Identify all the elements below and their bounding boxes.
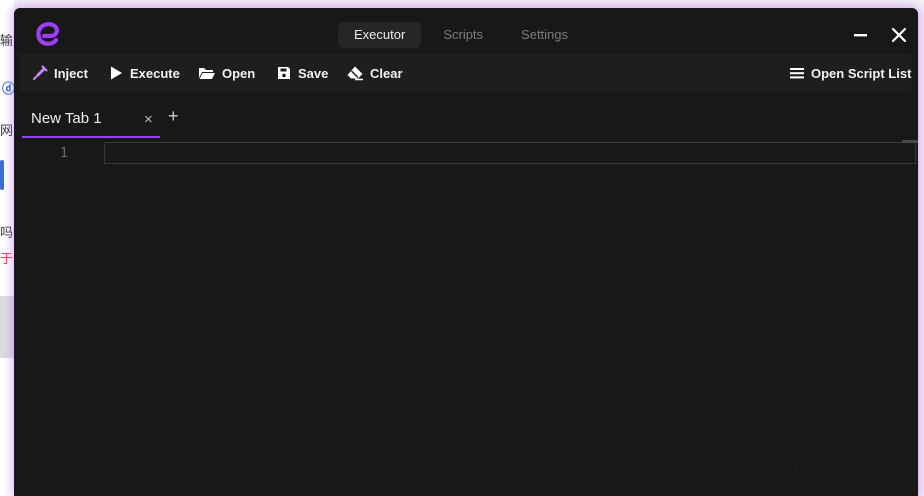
- app-logo-icon: [36, 22, 59, 46]
- save-label: Save: [298, 65, 329, 81]
- tab-executor[interactable]: Executor: [338, 22, 422, 48]
- tab-scripts[interactable]: Scripts: [427, 22, 499, 48]
- title-bar[interactable]: Executor Scripts Settings: [14, 8, 918, 54]
- background-page: 输入 ⓓ 网 吗 于: [0, 0, 14, 496]
- watermark: 有趣论坛: [682, 441, 891, 490]
- open-script-list-label: Open Script List: [811, 65, 912, 81]
- clear-label: Clear: [370, 65, 403, 81]
- open-script-list-button[interactable]: Open Script List: [789, 54, 911, 92]
- main-nav: Executor Scripts Settings: [338, 22, 590, 48]
- background-bar: [0, 160, 4, 190]
- background-text: 输入: [0, 34, 14, 49]
- background-text: 吗: [0, 226, 14, 241]
- save-button[interactable]: Save: [276, 54, 328, 92]
- line-number: 1: [60, 146, 68, 161]
- eraser-icon: [347, 66, 363, 81]
- folder-open-icon: [199, 68, 215, 79]
- inject-button[interactable]: Inject: [32, 54, 88, 92]
- editor-scrollbar[interactable]: [902, 140, 918, 143]
- background-text: 网: [0, 124, 14, 139]
- current-line-highlight[interactable]: [104, 142, 916, 164]
- close-icon[interactable]: [888, 24, 910, 46]
- floppy-disk-icon: [278, 67, 290, 79]
- add-tab-button[interactable]: +: [168, 106, 179, 127]
- clear-button[interactable]: Clear: [346, 54, 403, 92]
- syringe-icon: [33, 65, 48, 80]
- background-logo-icon: ⓓ: [2, 82, 14, 97]
- open-label: Open: [222, 65, 256, 81]
- background-text: 于: [0, 252, 14, 267]
- menu-icon: [790, 68, 804, 79]
- background-block: [0, 296, 14, 358]
- execute-label: Execute: [130, 65, 180, 81]
- play-icon: [111, 66, 122, 80]
- executor-window: Executor Scripts Settings Inject Execute: [14, 8, 918, 496]
- editor-tab-label: New Tab 1: [31, 110, 102, 127]
- tab-settings[interactable]: Settings: [505, 22, 584, 48]
- toolbar: Inject Execute Open Save Clear Open Scri…: [20, 54, 912, 92]
- tab-close-icon[interactable]: ×: [144, 111, 153, 128]
- inject-label: Inject: [54, 65, 88, 81]
- editor-tab[interactable]: New Tab 1 ×: [22, 100, 160, 138]
- minimize-icon[interactable]: [850, 24, 872, 46]
- editor-tab-bar: New Tab 1 × +: [14, 100, 918, 138]
- execute-button[interactable]: Execute: [108, 54, 180, 92]
- open-button[interactable]: Open: [198, 54, 255, 92]
